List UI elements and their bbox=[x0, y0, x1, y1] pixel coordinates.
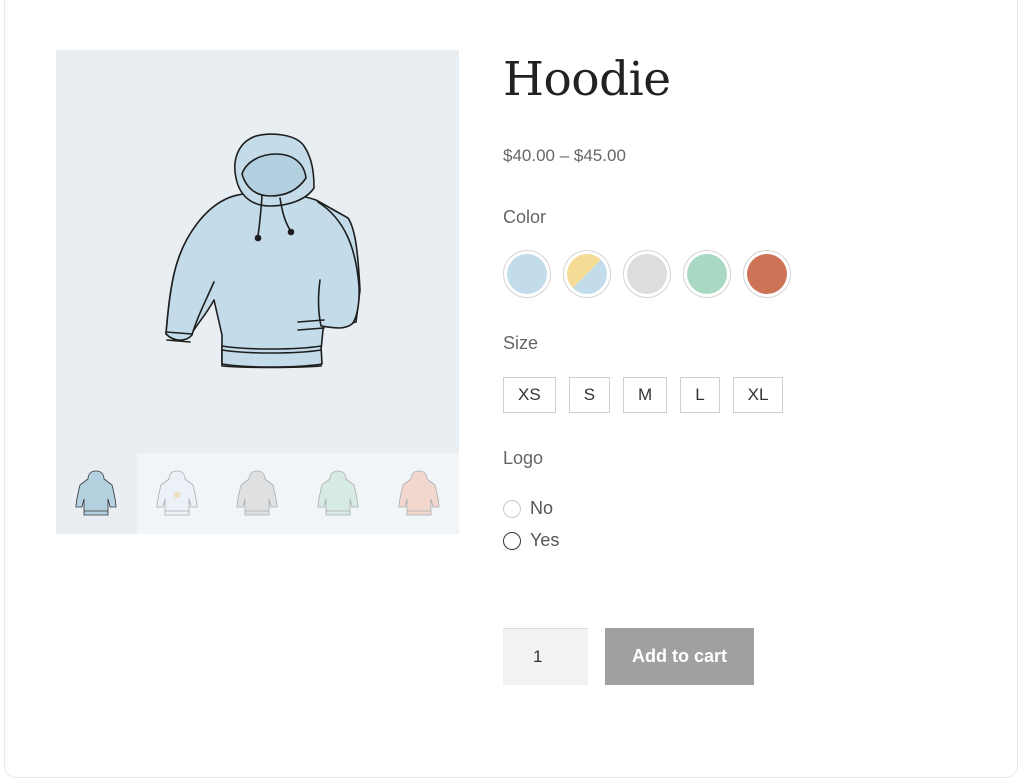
hoodie-thumb-icon bbox=[156, 470, 198, 515]
color-swatches bbox=[503, 250, 791, 298]
swatch-red[interactable] bbox=[743, 250, 791, 298]
size-options: XS S M L XL bbox=[503, 377, 784, 413]
thumbnail-hoodie-white-logo[interactable] bbox=[137, 453, 218, 534]
thumbnail-hoodie-pink[interactable] bbox=[378, 453, 459, 534]
thumbnail-strip bbox=[56, 453, 459, 534]
hoodie-thumb-icon bbox=[398, 470, 440, 515]
hoodie-thumb-icon bbox=[75, 470, 117, 515]
main-product-image[interactable] bbox=[56, 50, 459, 453]
size-xs-button[interactable]: XS bbox=[503, 377, 556, 413]
logo-label: Logo bbox=[503, 448, 544, 468]
radio-yes-label: Yes bbox=[530, 530, 560, 550]
thumbnail-hoodie-blue[interactable] bbox=[56, 453, 137, 534]
size-m-button[interactable]: M bbox=[623, 377, 668, 413]
swatch-green-fill bbox=[687, 254, 727, 294]
size-s-button[interactable]: S bbox=[568, 377, 611, 413]
add-to-cart-button[interactable]: Add to cart bbox=[605, 628, 754, 685]
product-title: Hoodie bbox=[503, 52, 671, 107]
product-price: $40.00 – $45.00 bbox=[503, 146, 626, 165]
swatch-red-fill bbox=[747, 254, 787, 294]
logo-option-no[interactable]: No bbox=[503, 498, 553, 519]
swatch-gray-fill bbox=[627, 254, 667, 294]
size-l-button[interactable]: L bbox=[680, 377, 720, 413]
swatch-green[interactable] bbox=[683, 250, 731, 298]
radio-no[interactable] bbox=[503, 499, 521, 518]
swatch-gray[interactable] bbox=[623, 250, 671, 298]
logo-option-yes[interactable]: Yes bbox=[503, 530, 559, 551]
product-gallery bbox=[56, 50, 459, 534]
thumbnail-hoodie-grey[interactable] bbox=[217, 453, 298, 534]
swatch-yellow-blue[interactable] bbox=[563, 250, 611, 298]
size-xl-button[interactable]: XL bbox=[732, 377, 784, 413]
radio-yes[interactable] bbox=[503, 531, 521, 550]
radio-no-label: No bbox=[530, 498, 554, 518]
swatch-blue[interactable] bbox=[503, 250, 551, 298]
thumbnail-hoodie-green[interactable] bbox=[298, 453, 379, 534]
hoodie-thumb-icon bbox=[237, 470, 278, 515]
hoodie-thumb-icon bbox=[317, 470, 359, 515]
size-label: Size bbox=[503, 333, 539, 353]
hoodie-illustration bbox=[165, 133, 361, 369]
swatch-yellow-blue-fill bbox=[567, 254, 607, 294]
swatch-blue-fill bbox=[507, 254, 547, 294]
quantity-input[interactable] bbox=[503, 628, 588, 685]
color-label: Color bbox=[503, 207, 547, 227]
